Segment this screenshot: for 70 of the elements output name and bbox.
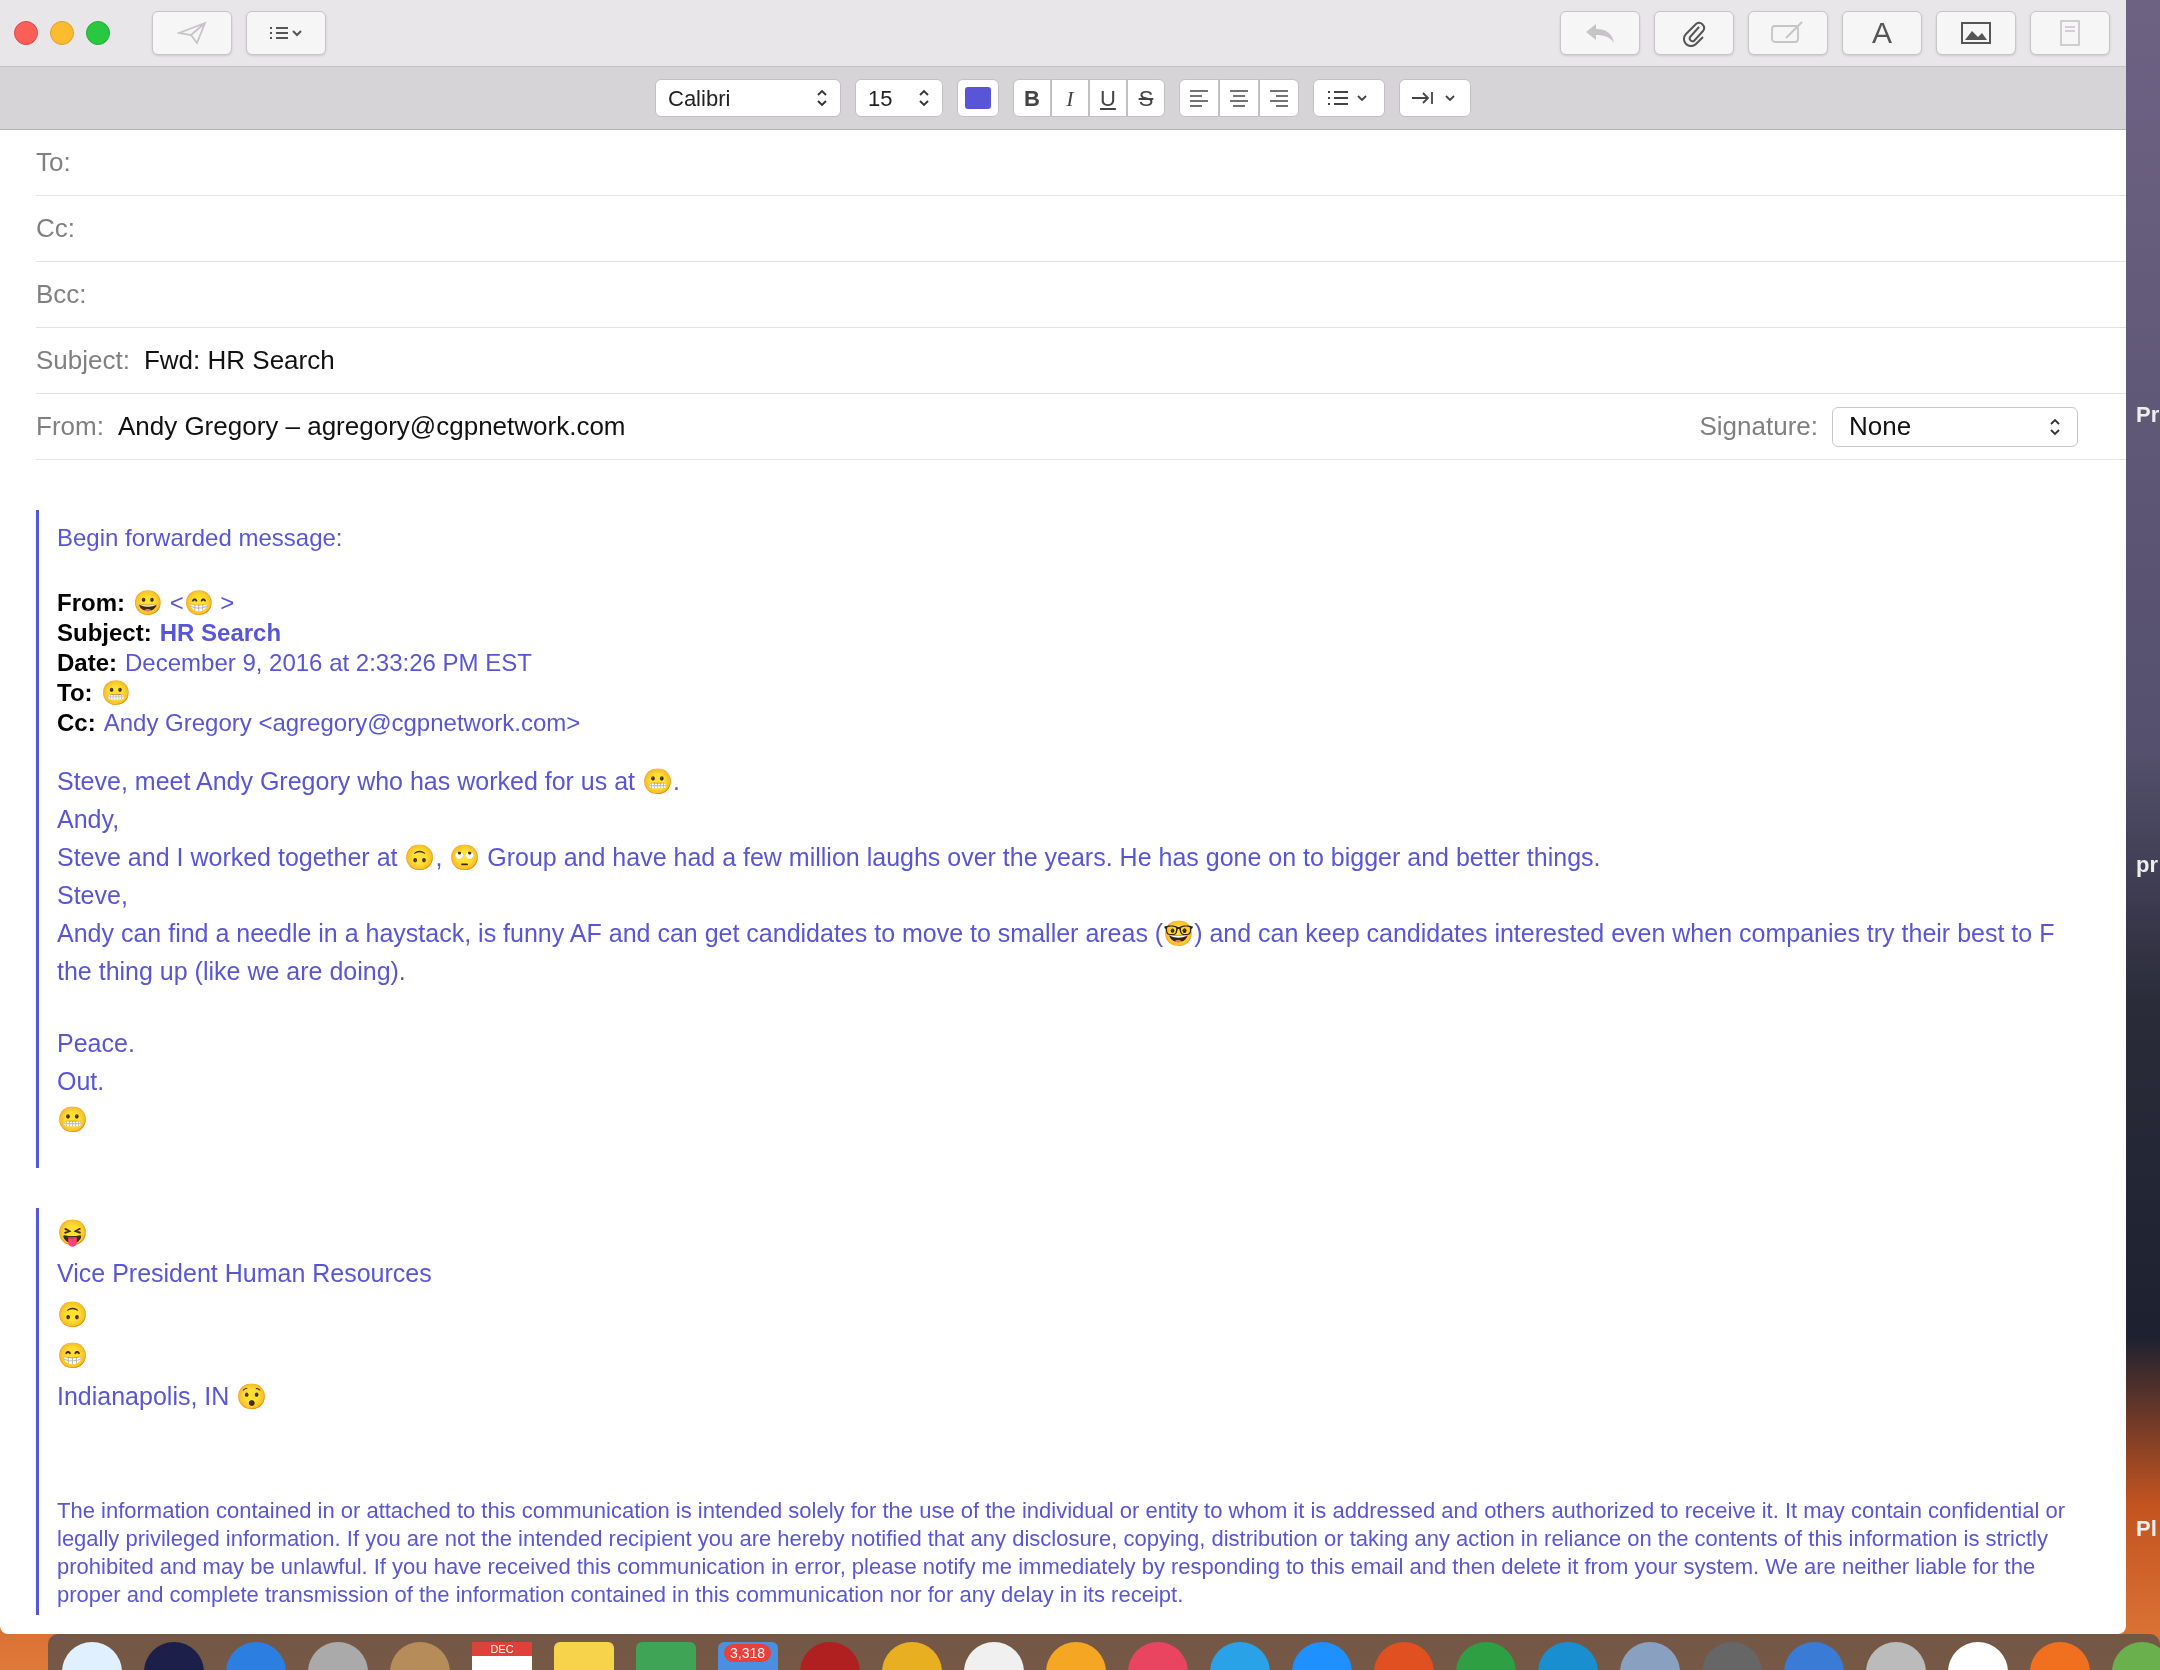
fonts-button[interactable]: A <box>1842 11 1922 55</box>
header-label: Subject: <box>57 618 152 648</box>
disclaimer-text: The information contained in or attached to this communication is intended solely for the use of the individual or entity to whom it is addressed and others authorized to receive it. It may contain confidential or legally privileged information. If you are not the intended recipient you are hereby notified that any disclosure, copying, distribution or taking any action in reliance on the contents of this information is strictly prohibited and may be unlawful. If you have received this communication in error, please notify me immediately by responding to this email and then delete it from your system. We are neither liable for the proper and complete transmission of the information contained in this communication nor for any delay in its receipt. <box>57 1497 2066 1609</box>
field-label: Subject: <box>36 344 130 377</box>
message-line: Steve, <box>57 880 129 911</box>
pen-box-icon <box>1770 20 1806 46</box>
document-icon <box>2059 19 2081 47</box>
paperclip-icon <box>1681 19 1707 47</box>
signature-line: Vice President Human Resources <box>57 1258 433 1289</box>
header-label: Cc: <box>57 708 96 738</box>
signature-line: Indianapolis, IN 😯 <box>57 1381 269 1412</box>
field-label: To: <box>36 146 71 179</box>
desktop-icon-label: Pl <box>2136 1515 2157 1543</box>
message-line: Andy can find a needle in a haystack, is funny AF and can get candidates to move to smaller areas (🤓) and can keep candidates interested even when companies try their best to F the thing up (like we are doing). <box>57 918 2056 987</box>
desktop-icon-label: Pr <box>2136 401 2160 429</box>
calendar-dock-icon[interactable]: DEC <box>472 1642 532 1670</box>
color-swatch <box>965 87 991 109</box>
field-value[interactable]: Andy Gregory – agregory@cgpnetwork.com <box>117 407 626 446</box>
underline-button[interactable]: U <box>1089 79 1127 117</box>
stepper-arrows-icon <box>816 88 828 108</box>
header-value: 😬 <box>100 678 131 708</box>
signature-line: 🙃 <box>57 1299 89 1330</box>
alignment-button[interactable] <box>1259 79 1299 117</box>
message-line: Steve and I worked together at 🙃, 🙄 Group and have had a few million laughs over the years. He has gone on to bigger and better things. <box>57 842 1602 873</box>
forward-intro: Begin forwarded message: <box>57 523 344 553</box>
list-button[interactable] <box>1313 79 1385 117</box>
alignment-button[interactable] <box>1179 79 1219 117</box>
font-select[interactable]: Calibri <box>655 79 841 117</box>
stepper-arrows-icon <box>918 88 930 108</box>
header-value: December 9, 2016 at 2:33:26 PM EST <box>125 648 532 678</box>
strike-button[interactable]: S <box>1127 79 1165 117</box>
stepper-arrows-icon <box>2049 416 2061 437</box>
message-line: Out. <box>57 1066 106 1097</box>
attach-button[interactable] <box>1654 11 1734 55</box>
signature-select[interactable]: None <box>1832 406 2078 447</box>
message-line: Andy, <box>57 804 121 835</box>
field-label: Cc: <box>36 212 75 245</box>
signature-line: 😝 <box>57 1217 89 1249</box>
photo-browser-button[interactable] <box>1936 11 2016 55</box>
align-left-icon <box>1188 87 1210 109</box>
header-value: HR Search <box>159 618 282 648</box>
message-line: 😬 <box>57 1104 89 1135</box>
field-label: From: <box>36 410 104 443</box>
signature-line: 😁 <box>57 1340 89 1371</box>
zoom-button[interactable] <box>86 21 110 45</box>
font-size-select[interactable]: 15 <box>855 79 943 117</box>
text-color-button[interactable] <box>957 79 999 117</box>
message-line: Steve, meet Andy Gregory who has worked for us at 😬. <box>57 766 681 797</box>
italic-button[interactable]: I <box>1051 79 1089 117</box>
alignment-button[interactable] <box>1219 79 1259 117</box>
align-center-icon <box>1228 87 1250 109</box>
header-label: From: <box>57 588 125 618</box>
field-label: Bcc: <box>36 278 87 311</box>
field-value[interactable]: Fwd: HR Search <box>143 341 335 380</box>
signature-label: Signature: <box>1699 410 1818 443</box>
unread-badge: 3,318 <box>724 1644 772 1662</box>
header-value: Andy Gregory <agregory@cgpnetwork.com> <box>103 708 581 738</box>
header-fields-button[interactable] <box>246 11 326 55</box>
header-label: To: <box>57 678 93 708</box>
minimize-button[interactable] <box>50 21 74 45</box>
header-value: 😀 <😁 > <box>133 588 235 618</box>
message-line: Peace. <box>57 1028 136 1059</box>
bold-button[interactable]: B <box>1013 79 1051 117</box>
align-right-icon <box>1268 87 1290 109</box>
paper-plane-icon <box>177 21 207 45</box>
photo-icon <box>1960 21 1992 45</box>
close-button[interactable] <box>14 21 38 45</box>
header-label: Date: <box>57 648 117 678</box>
indent-button[interactable] <box>1399 79 1471 117</box>
desktop-icon-label: pr <box>2136 851 2158 879</box>
